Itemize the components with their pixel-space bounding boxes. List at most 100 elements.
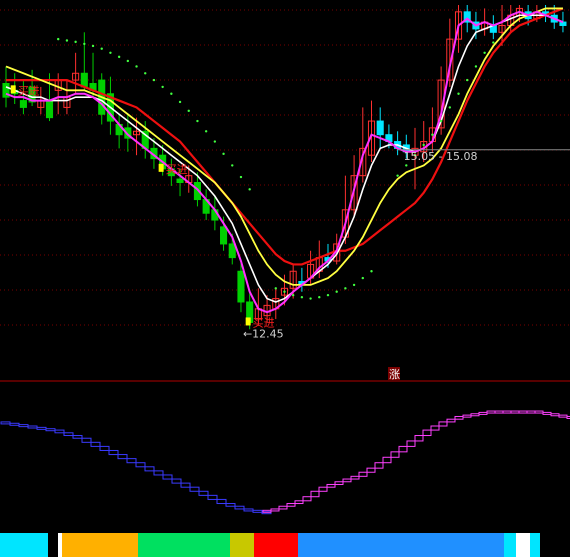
sub-step-box [414, 435, 424, 442]
candle-body [45, 100, 54, 119]
sub-step-box [72, 435, 83, 439]
sar-dot [318, 295, 321, 299]
sub-step-box [518, 410, 528, 414]
bottom-signal-bar [230, 533, 254, 557]
bottom-signal-bar [58, 533, 62, 557]
sub-step-box [310, 490, 320, 498]
sub-step-box [302, 496, 312, 502]
bottom-signal-bar [516, 533, 530, 557]
candle-body [19, 100, 27, 108]
sar-dot [291, 293, 295, 297]
sar-dot [326, 293, 330, 297]
sar-dot [152, 78, 156, 82]
sub-step-box [207, 494, 218, 500]
bottom-signal-bar [254, 533, 298, 557]
sar-dot [57, 37, 60, 41]
candle-body [228, 243, 236, 259]
sub-step-box [99, 445, 110, 451]
sar-dot [117, 55, 121, 59]
ma-magenta-line [5, 10, 564, 314]
sub-step-box [90, 441, 101, 447]
sar-dot [109, 51, 112, 54]
sub-step-box [342, 478, 352, 483]
sub-step-box [462, 414, 472, 418]
sub-step-box [406, 440, 416, 447]
sub-step-box [374, 462, 384, 469]
sar-dot [335, 290, 338, 293]
sub-step-box [278, 505, 288, 510]
range-price-label: 15.05 - 15.08 [404, 150, 478, 163]
sub-step-box [558, 414, 568, 418]
sar-dot [361, 276, 364, 280]
sar-dot [300, 295, 304, 299]
sar-dot [65, 39, 69, 42]
sub-step-box [117, 454, 128, 460]
sar-dot [213, 140, 217, 143]
sar-dot [144, 72, 147, 75]
sub-step-box [486, 410, 496, 414]
buy-signal-label: 买进 [166, 163, 188, 176]
sub-step-box [126, 458, 137, 464]
bottom-signal-bar [530, 533, 540, 557]
sub-step-box [398, 445, 408, 453]
sar-dot [100, 47, 103, 50]
sub-step-box [326, 483, 336, 488]
sub-step-box [27, 425, 38, 429]
sar-dot [239, 175, 243, 179]
candle-body [237, 270, 245, 303]
sar-dot [135, 65, 138, 68]
sar-dot [309, 297, 312, 300]
ma-white-line [5, 14, 564, 303]
sub-step-box [390, 451, 400, 458]
sar-dot [405, 164, 408, 167]
sar-dot [231, 164, 234, 167]
sar-dot [474, 65, 478, 68]
sar-dot [344, 287, 347, 290]
sub-step-box [334, 481, 344, 485]
sub-step-box [470, 413, 480, 417]
bottom-signal-bar [48, 533, 58, 557]
sub-step-box [550, 413, 560, 417]
sub-step-box [153, 470, 164, 476]
signal-marker [245, 317, 251, 326]
sar-dot [283, 290, 286, 293]
sar-dot [370, 270, 373, 273]
rise-marker: 涨 [389, 368, 400, 381]
sar-dot [126, 59, 130, 63]
sub-step-box [270, 508, 280, 512]
ma-red-line [6, 7, 564, 266]
candle-body [376, 120, 384, 136]
sar-dot [439, 119, 443, 123]
sar-dot [466, 78, 469, 82]
sub-step-box [526, 410, 536, 414]
sub-step-box [0, 421, 11, 425]
sar-dot [91, 44, 95, 48]
sub-step-box [478, 411, 488, 415]
sub-step-box [366, 467, 376, 473]
sub-step-box [286, 503, 296, 507]
signal-marker [158, 163, 164, 172]
sub-step-box [45, 428, 56, 432]
sub-step-box [216, 498, 227, 505]
sub-step-box [243, 508, 254, 512]
stock-chart: 买进买进买进←12.4515.05 - 15.08涨 [0, 5, 570, 557]
sub-step-box [198, 490, 209, 496]
low-price-label: ←12.45 [243, 327, 284, 340]
sub-step-box [446, 418, 456, 423]
sub-step-box [108, 449, 119, 456]
sar-dot [204, 130, 208, 133]
sub-step-box [36, 426, 47, 430]
sub-step-box [294, 500, 304, 505]
sar-dot [178, 100, 182, 104]
sar-dot [274, 287, 277, 290]
sar-dot [483, 51, 486, 54]
sub-step-box [350, 475, 360, 480]
sub-step-box [534, 410, 544, 414]
sub-step-box [252, 509, 263, 513]
sar-dot [352, 283, 356, 287]
sar-dot [492, 41, 495, 44]
sub-step-box [9, 422, 20, 426]
sub-step-box [430, 425, 440, 431]
signal-marker [10, 85, 16, 94]
sar-dot [431, 133, 434, 136]
